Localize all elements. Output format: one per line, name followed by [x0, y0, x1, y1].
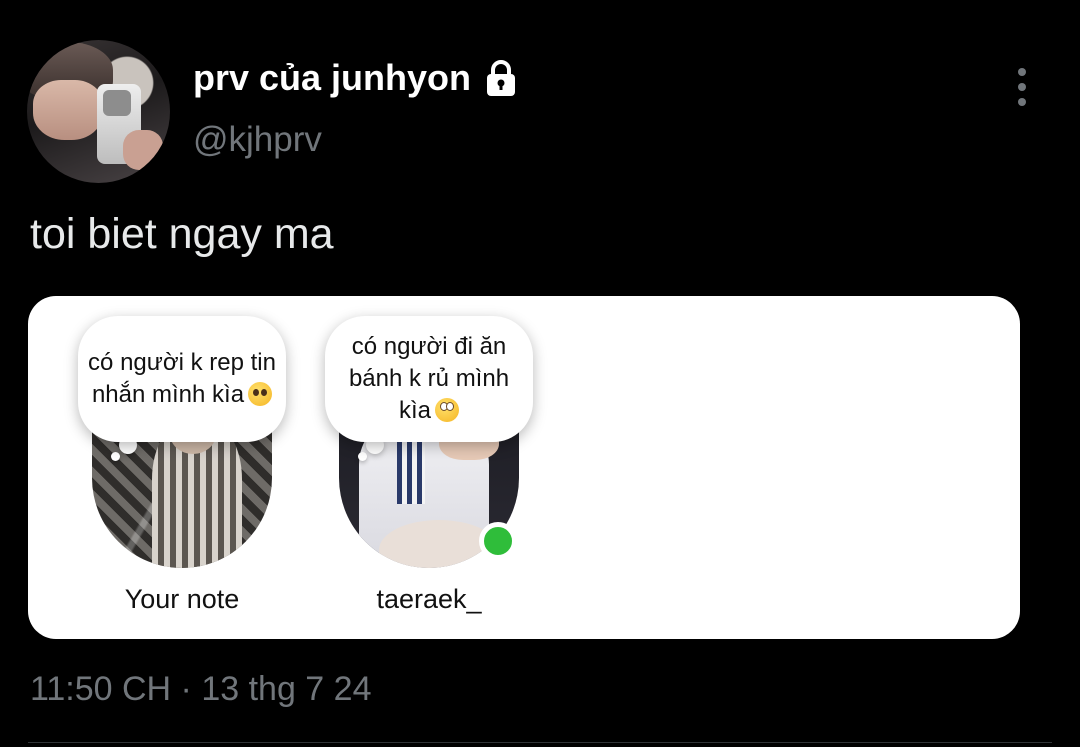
bubble-tail: [111, 452, 120, 461]
tweet-timestamp[interactable]: 11:50 CH · 13 thg 7 24: [30, 670, 371, 709]
note-bubble: có người đi ăn bánh k rủ mình kìa: [325, 316, 533, 442]
media-image[interactable]: có người k rep tin nhắn mình kìa Your no…: [28, 296, 1020, 639]
more-dot: [1018, 83, 1026, 91]
photo-tie: [397, 434, 425, 504]
pleading-face-emoji: [248, 382, 273, 406]
display-name-text: prv của junhyon: [193, 57, 472, 98]
online-status-dot: [479, 522, 517, 560]
bubble-tail: [358, 452, 367, 461]
more-vertical-icon[interactable]: [1012, 68, 1032, 106]
note-bubble-text: có người đi ăn bánh k rủ mình kìa: [348, 333, 510, 424]
note-item[interactable]: có người đi ăn bánh k rủ mình kìa taerae…: [325, 296, 553, 639]
divider: [28, 742, 1052, 743]
note-item[interactable]: có người k rep tin nhắn mình kìa Your no…: [78, 296, 306, 639]
avatar[interactable]: [27, 40, 170, 183]
display-name[interactable]: prv của junhyon: [193, 57, 521, 99]
lock-icon: [481, 58, 521, 98]
more-dot: [1018, 98, 1026, 106]
more-dot: [1018, 68, 1026, 76]
avatar-face: [33, 80, 103, 140]
note-label: Your note: [124, 584, 240, 614]
user-handle[interactable]: @kjhprv: [193, 120, 322, 160]
avatar-phone-camera: [103, 90, 131, 116]
tweet-text: toi biet ngay ma: [30, 210, 334, 258]
face-with-rolling-eyes-emoji: [435, 398, 459, 422]
note-bubble-text: có người k rep tin nhắn mình kìa: [88, 349, 276, 408]
note-label: taeraek_: [376, 584, 482, 614]
note-bubble: có người k rep tin nhắn mình kìa: [78, 316, 286, 442]
avatar-hand: [123, 130, 163, 170]
tweet: prv của junhyon @kjhprv toi biet ngay ma: [0, 0, 1080, 747]
